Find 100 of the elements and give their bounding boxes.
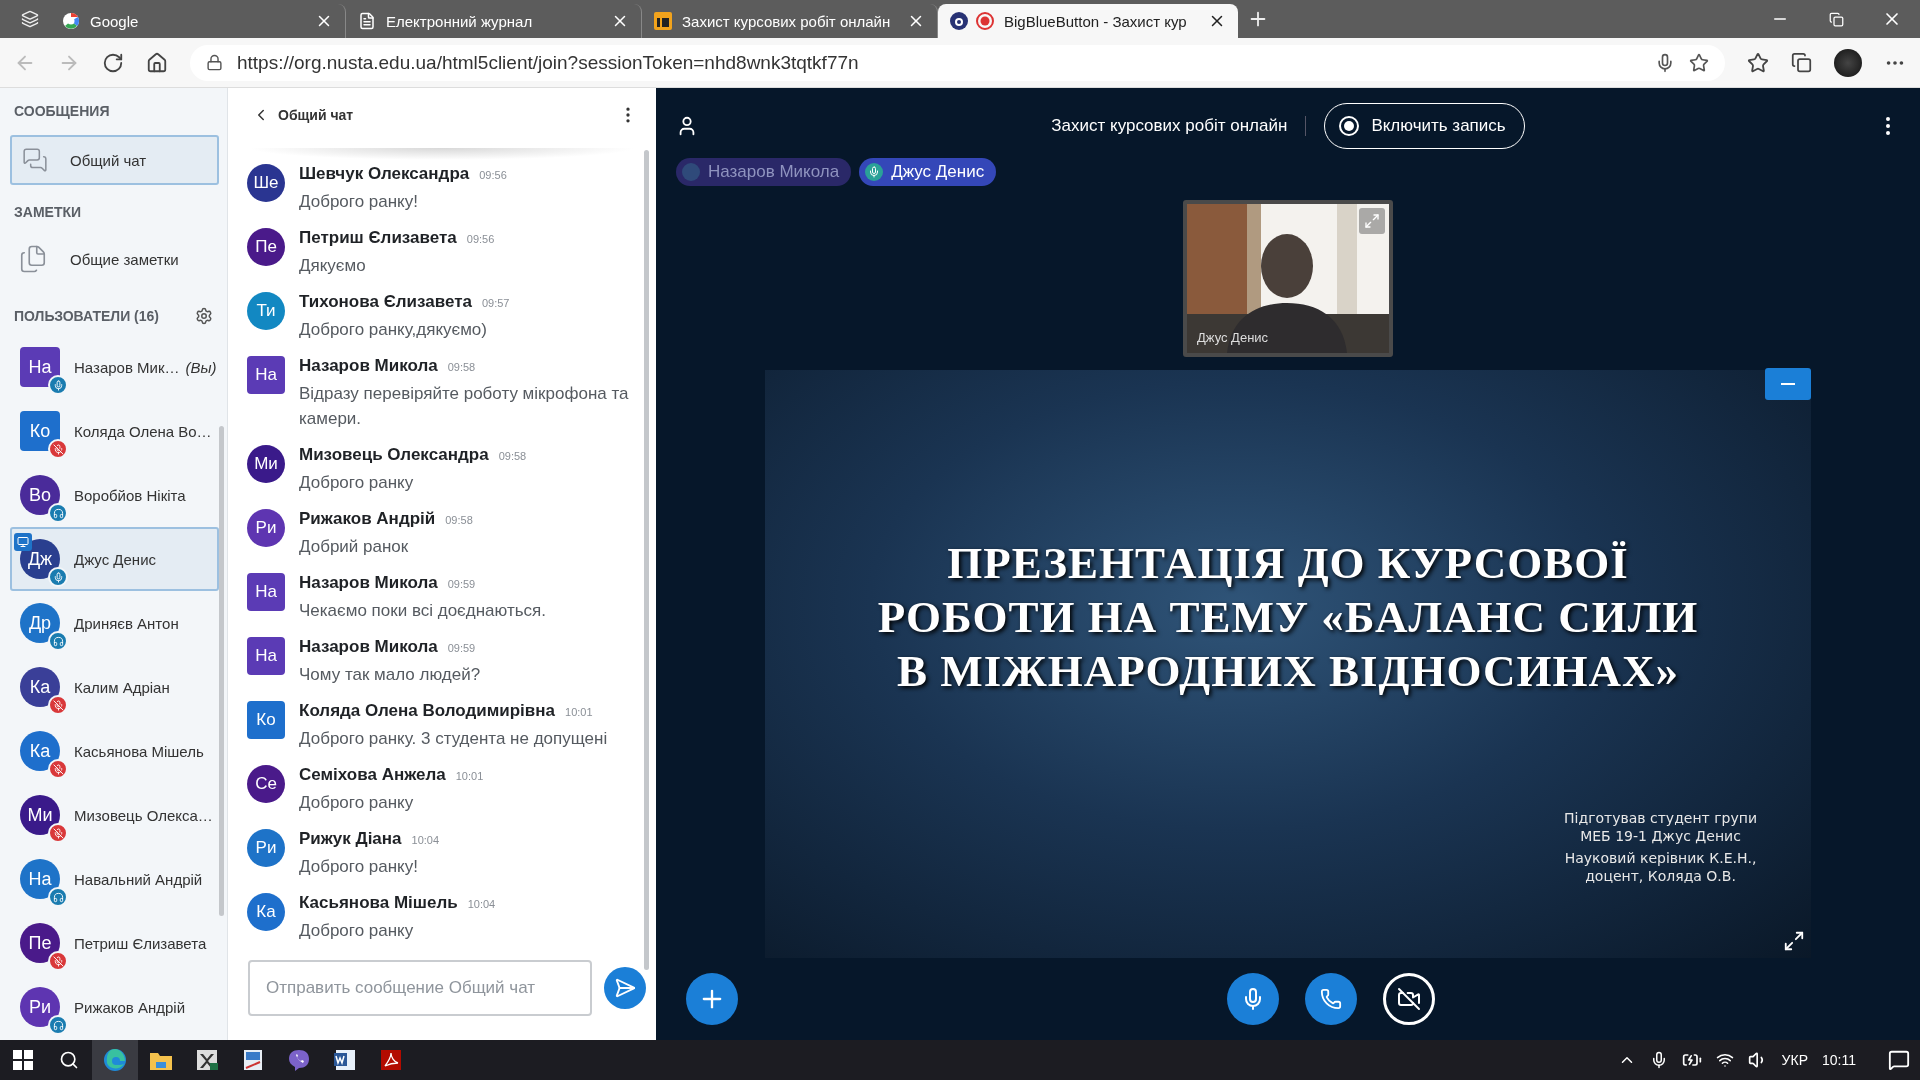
browser-tab[interactable]: BigBlueButton - Захист кур <box>938 4 1238 38</box>
user-list-item[interactable]: Ка Калим Адріан <box>0 655 219 719</box>
mic-icon <box>48 567 68 587</box>
message-text: Доброго ранку! <box>299 191 419 213</box>
settings-icon[interactable] <box>195 307 213 325</box>
message-author: Рижук Діана <box>299 829 402 849</box>
message-time: 09:58 <box>498 450 527 462</box>
user-list-item[interactable]: Ка Касьянова Мішель <box>0 719 219 783</box>
language-indicator[interactable]: УКР <box>1781 1052 1808 1068</box>
microphone-button[interactable] <box>1227 973 1279 1025</box>
user-list-item[interactable]: Во Воробйов Нікіта <box>0 463 219 527</box>
message-author: Касьянова Мішель <box>299 893 458 913</box>
slide-title: В МІЖНАРОДНИХ ВІДНОСИНАХ» <box>897 645 1679 698</box>
message-text: Доброго ранку <box>299 472 415 494</box>
message-text: Доброго ранку <box>299 920 415 942</box>
logo-icon <box>950 12 968 30</box>
app-icon <box>241 1048 265 1072</box>
tab-actions-icon[interactable] <box>21 10 39 28</box>
globe-icon <box>62 12 80 30</box>
message-text: Дякуємо <box>299 255 367 277</box>
section-heading: ПОЛЬЗОВАТЕЛИ (16) <box>14 308 159 324</box>
windows-icon[interactable] <box>13 1050 33 1070</box>
chat-avatar: Ми <box>247 445 285 483</box>
section-heading: СООБЩЕНИЯ <box>14 103 110 119</box>
send-button[interactable] <box>604 967 646 1009</box>
address-field[interactable]: https://org.nusta.edu.ua/html5client/join?sessionToken=nhd8wnk3tqtkf77n <box>190 44 1725 81</box>
chat-avatar: Ко <box>247 701 285 739</box>
message-time: 10:04 <box>411 834 440 846</box>
notifications-icon[interactable] <box>1888 1049 1910 1071</box>
add-button[interactable] <box>686 973 738 1025</box>
user-avatar: На <box>20 347 60 387</box>
star-icon[interactable] <box>1689 52 1709 73</box>
home-icon[interactable] <box>146 51 168 74</box>
documents-icon <box>18 244 48 274</box>
muted-mic-icon <box>48 695 68 715</box>
pdf-app-icon <box>379 1048 403 1072</box>
message-time: 09:57 <box>481 297 510 309</box>
message-time: 09:58 <box>445 514 473 526</box>
user-list-item[interactable]: Ко Коляда Олена Во… <box>0 399 219 463</box>
user-list-item[interactable]: Др Дриняєв Антон <box>0 591 219 655</box>
muted-mic-icon <box>48 439 68 459</box>
message-text: Чекаємо поки всі доєднаються. <box>299 600 547 622</box>
phone-button[interactable] <box>1305 973 1357 1025</box>
logo-icon <box>654 12 672 30</box>
chat-avatar: Ка <box>247 893 285 931</box>
chat-title: Общий чат <box>278 107 355 123</box>
chat-avatar: На <box>247 573 285 611</box>
slide-text: Науковий керівник К.Е.Н., <box>1564 849 1757 867</box>
meeting-title: Захист курсових робіт онлайн <box>1051 116 1288 136</box>
send-icon <box>614 977 637 999</box>
profile-avatar[interactable] <box>1834 48 1862 77</box>
you-label: (Вы) <box>185 358 217 376</box>
headphones-icon <box>48 887 68 907</box>
mic-icon[interactable] <box>1655 52 1675 73</box>
scrollbar[interactable] <box>219 426 224 916</box>
user-avatar: Ри <box>20 987 60 1027</box>
user-avatar: Во <box>20 475 60 515</box>
user-avatar: Ми <box>20 795 60 835</box>
restore-icon[interactable] <box>1828 11 1844 27</box>
chat-bubbles-icon <box>22 147 48 173</box>
message-text: Доброго ранку <box>299 792 415 814</box>
user-list-item[interactable]: Пе Петриш Єлизавета <box>0 911 219 975</box>
message-author: Рижаков Андрій <box>299 509 436 529</box>
user-list-item[interactable]: На Назаров Мик… (Вы) <box>0 335 219 399</box>
message-input[interactable]: Отправить сообщение Общий чат <box>248 960 593 1016</box>
muted-mic-icon <box>48 759 68 779</box>
message-author: Назаров Микола <box>299 573 438 593</box>
chat-avatar: На <box>247 356 285 394</box>
scrollbar[interactable] <box>644 150 649 970</box>
message-time: 09:59 <box>447 578 476 590</box>
message-author: Семіхова Анжела <box>299 765 446 785</box>
status-dot <box>682 163 700 181</box>
notes-list-item[interactable]: Общие заметки <box>10 233 219 285</box>
favorites-icon[interactable] <box>1747 51 1769 74</box>
user-list-item[interactable]: На Навальний Андрій <box>0 847 219 911</box>
muted-mic-icon <box>48 823 68 843</box>
fullscreen-icon[interactable] <box>1783 930 1805 952</box>
chat-avatar: Се <box>247 765 285 803</box>
phone-icon <box>1320 988 1342 1010</box>
chat-list-item[interactable]: Общий чат <box>10 135 219 185</box>
message-time: 10:01 <box>565 706 593 718</box>
reload-icon[interactable] <box>102 51 124 74</box>
user-avatar: Ка <box>20 667 60 707</box>
collections-icon[interactable] <box>1791 52 1812 73</box>
browser-icon <box>103 1048 127 1072</box>
user-list-item[interactable]: Дж Джус Денис <box>10 527 219 591</box>
user-list-item[interactable]: Ми Мизовець Олекса… <box>0 783 219 847</box>
message-author: Назаров Микола <box>299 637 438 657</box>
message-author: Коляда Олена Володимирівна <box>299 701 556 721</box>
message-text: Відразу перевіряйте роботу мікрофона та камери. <box>299 383 630 430</box>
message-author: Тихонова Єлизавета <box>299 292 472 312</box>
message-author: Шевчук Олександра <box>299 164 470 184</box>
search-icon[interactable] <box>59 1050 79 1070</box>
message-text: Доброго ранку! <box>299 856 419 878</box>
clock[interactable]: 10:11 <box>1822 1052 1856 1068</box>
camera-button[interactable] <box>1383 973 1435 1025</box>
section-heading: ЗАМЕТКИ <box>14 204 82 220</box>
user-avatar: На <box>20 859 60 899</box>
message-author: Назаров Микола <box>299 356 438 376</box>
user-list-item[interactable]: Ри Рижаков Андрій <box>0 975 219 1039</box>
